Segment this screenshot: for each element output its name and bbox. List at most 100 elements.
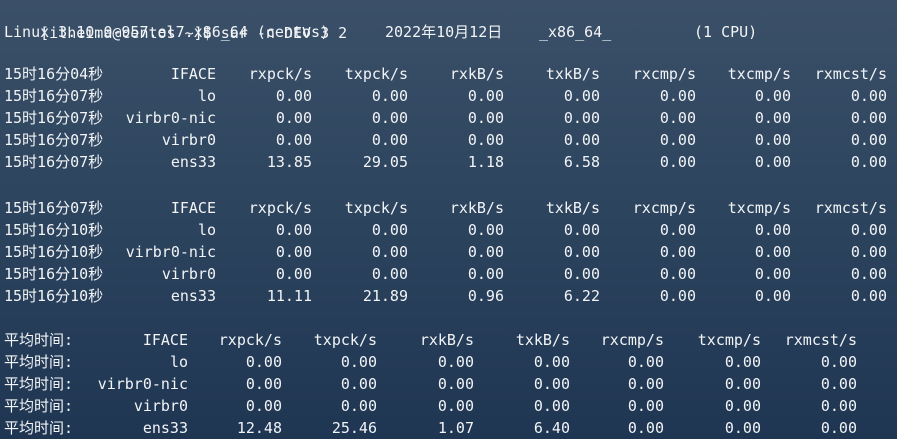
cell-txcmp: 0.00: [754, 265, 791, 283]
cell-txcmp: 0.00: [754, 153, 791, 171]
cell-time: 15时16分07秒: [4, 109, 104, 127]
cell-rxkb: 0.00: [437, 353, 474, 371]
cell-txcmp: 0.00: [724, 353, 761, 371]
cell-rxkb: 0.00: [467, 265, 504, 283]
cell-rxcmp: 0.00: [627, 353, 664, 371]
cell-txpck: 0.00: [371, 131, 408, 149]
cell-time: 平均时间:: [4, 375, 74, 393]
table-header-row: 15时16分04秒 IFACE rxpck/s txpck/s rxkB/s txkB/s…: [4, 63, 894, 85]
header-txpck: txpck/s: [313, 331, 377, 349]
cell-txcmp: 0.00: [754, 109, 791, 127]
cell-txkb: 0.00: [563, 221, 600, 239]
header-rxcmp: rxcmp/s: [632, 199, 696, 217]
cell-rxpck: 13.85: [266, 153, 312, 171]
table-row: 平均时间: ens33 12.48 25.46 1.07 6.40 0.00 0.00 0.00: [4, 417, 894, 439]
cell-txkb: 0.00: [563, 87, 600, 105]
cell-txkb: 0.00: [533, 375, 570, 393]
cell-rxpck: 0.00: [275, 87, 312, 105]
cell-rxpck: 11.11: [266, 287, 312, 305]
sysinfo-line: Linux 3.10.0-957.el7.x86_64 (centos) 202…: [4, 21, 894, 43]
cell-rxpck: 0.00: [275, 265, 312, 283]
terminal-window[interactable]: [itheima@centos ~]$ sar -n DEV 3 2 Linux…: [0, 0, 897, 439]
header-time: 15时16分07秒: [4, 199, 104, 217]
cell-txkb: 6.58: [563, 153, 600, 171]
cell-iface: virbr0: [161, 131, 216, 149]
cell-rxcmp: 0.00: [659, 109, 696, 127]
header-rxkb: rxkB/s: [449, 65, 504, 83]
cell-txpck: 0.00: [371, 109, 408, 127]
cell-iface: ens33: [142, 419, 188, 437]
cell-rxcmp: 0.00: [627, 375, 664, 393]
cell-txpck: 0.00: [340, 375, 377, 393]
header-iface: IFACE: [170, 199, 216, 217]
cell-rxpck: 0.00: [275, 131, 312, 149]
cell-rxmcst: 0.00: [850, 243, 887, 261]
header-rxkb: rxkB/s: [449, 199, 504, 217]
cell-time: 15时16分10秒: [4, 243, 104, 261]
cell-iface: lo: [169, 353, 188, 371]
table-row: 15时16分10秒 virbr0 0.00 0.00 0.00 0.00 0.00 0.00 0…: [4, 263, 894, 285]
date-info: 2022年10月12日: [385, 23, 503, 41]
table-row: 平均时间: virbr0 0.00 0.00 0.00 0.00 0.00 0.00 0.00: [4, 395, 894, 417]
cell-txkb: 0.00: [563, 131, 600, 149]
cell-rxkb: 1.18: [467, 153, 504, 171]
header-time: 15时16分04秒: [4, 65, 104, 83]
table-row: 15时16分07秒 virbr0-nic 0.00 0.00 0.00 0.00 0.00 0…: [4, 107, 894, 129]
cell-iface: ens33: [170, 153, 216, 171]
cell-rxmcst: 0.00: [850, 131, 887, 149]
cpu-info: (1 CPU): [694, 23, 758, 41]
cell-txkb: 0.00: [563, 243, 600, 261]
cell-rxmcst: 0.00: [820, 353, 857, 371]
cell-rxcmp: 0.00: [627, 397, 664, 415]
cell-rxkb: 0.00: [467, 243, 504, 261]
cell-rxmcst: 0.00: [850, 109, 887, 127]
cell-time: 平均时间:: [4, 419, 74, 437]
cell-rxkb: 0.00: [467, 109, 504, 127]
cell-time: 平均时间:: [4, 397, 74, 415]
cell-time: 15时16分10秒: [4, 287, 104, 305]
cell-txcmp: 0.00: [724, 375, 761, 393]
table-row: 平均时间: lo 0.00 0.00 0.00 0.00 0.00 0.00 0.00: [4, 351, 894, 373]
cell-rxcmp: 0.00: [659, 265, 696, 283]
cell-rxpck: 0.00: [275, 109, 312, 127]
cell-txpck: 0.00: [371, 221, 408, 239]
cell-rxmcst: 0.00: [820, 419, 857, 437]
cell-txpck: 0.00: [371, 243, 408, 261]
header-txpck: txpck/s: [344, 65, 408, 83]
cell-txcmp: 0.00: [754, 287, 791, 305]
cell-rxcmp: 0.00: [659, 287, 696, 305]
cell-txpck: 29.05: [362, 153, 408, 171]
cell-txcmp: 0.00: [724, 397, 761, 415]
header-iface: IFACE: [142, 331, 188, 349]
cell-txpck: 0.00: [340, 397, 377, 415]
header-time: 平均时间:: [4, 331, 74, 349]
cell-txkb: 0.00: [563, 265, 600, 283]
cell-rxkb: 0.00: [437, 375, 474, 393]
cell-txcmp: 0.00: [754, 131, 791, 149]
cell-rxkb: 0.00: [437, 397, 474, 415]
cell-txkb: 0.00: [533, 397, 570, 415]
table-row: 15时16分07秒 virbr0 0.00 0.00 0.00 0.00 0.00 0.00 0…: [4, 129, 894, 151]
header-txcmp: txcmp/s: [727, 65, 791, 83]
cell-rxmcst: 0.00: [820, 397, 857, 415]
header-rxmcst: rxmcst/s: [784, 331, 857, 349]
cell-iface: virbr0-nic: [125, 243, 216, 261]
cell-txkb: 6.22: [563, 287, 600, 305]
cell-rxkb: 0.96: [467, 287, 504, 305]
header-rxcmp: rxcmp/s: [600, 331, 664, 349]
cell-rxmcst: 0.00: [850, 87, 887, 105]
cell-txcmp: 0.00: [754, 221, 791, 239]
cell-time: 15时16分10秒: [4, 221, 104, 239]
cell-rxpck: 0.00: [275, 243, 312, 261]
header-txcmp: txcmp/s: [697, 331, 761, 349]
table-row: 15时16分07秒 lo 0.00 0.00 0.00 0.00 0.00 0.00 0.00: [4, 85, 894, 107]
cell-rxkb: 0.00: [467, 87, 504, 105]
cell-txpck: 0.00: [340, 353, 377, 371]
cell-iface: lo: [197, 221, 216, 239]
header-rxpck: rxpck/s: [218, 331, 282, 349]
cell-rxkb: 1.07: [437, 419, 474, 437]
cell-rxcmp: 0.00: [659, 153, 696, 171]
cell-rxcmp: 0.00: [659, 243, 696, 261]
kernel-info: Linux 3.10.0-957.el7.x86_64 (centos): [4, 23, 330, 41]
cell-rxmcst: 0.00: [850, 153, 887, 171]
